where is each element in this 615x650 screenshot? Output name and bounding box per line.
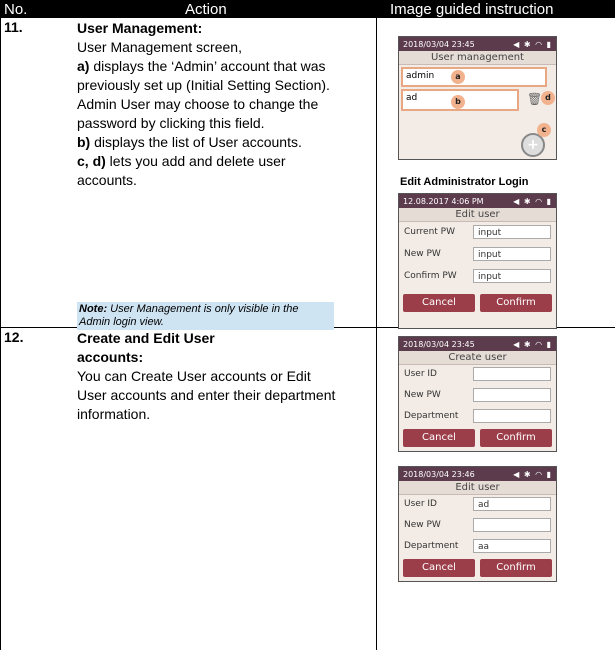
note-label: Note: (79, 303, 108, 315)
callout-a: a (451, 70, 465, 84)
table-divider (376, 18, 377, 650)
callout-c: c (537, 123, 551, 137)
current-pw-field[interactable]: input (473, 225, 551, 239)
row11-action-text: User Management: User Management screen,… (77, 19, 337, 190)
new-pw-label: New PW (404, 520, 441, 530)
status-time: 12.08.2017 4:06 PM (403, 196, 484, 206)
cancel-button[interactable]: Cancel (403, 559, 475, 577)
admin-account-label: admin (406, 71, 435, 81)
new-pw-field[interactable] (473, 518, 551, 532)
status-time: 2018/03/04 23:45 (403, 39, 475, 49)
status-icons: ◀ ✱ ◠ ▮ (513, 196, 552, 206)
callout-d: d (541, 91, 555, 105)
row-number-12: 12. (4, 329, 24, 345)
user-id-field[interactable]: ad (473, 497, 551, 511)
header-action: Action (185, 1, 227, 18)
edit-admin-title: Edit Administrator Login (400, 176, 529, 188)
new-pw-field[interactable]: input (473, 247, 551, 261)
header-no: No. (4, 1, 28, 18)
callout-b: b (451, 95, 465, 109)
new-pw-label: New PW (404, 390, 441, 400)
new-pw-label: New PW (404, 249, 441, 259)
row12-title-text: Create and Edit User accounts: (77, 329, 277, 367)
edit-admin-screen: 12.08.2017 4:06 PM ◀ ✱ ◠ ▮ Edit user Cur… (398, 193, 557, 329)
admin-account-row[interactable]: admin (401, 67, 547, 87)
table-border-left (0, 18, 1, 650)
confirm-button[interactable]: Confirm (480, 429, 552, 447)
label-b: b) (77, 134, 91, 150)
text-cd: lets you add and delete user accounts. (77, 153, 286, 188)
status-icons: ◀ ✱ ◠ ▮ (513, 469, 552, 479)
screen-title: Edit user (399, 208, 556, 222)
header-image: Image guided instruction (390, 1, 554, 18)
row-number-11: 11. (4, 19, 23, 35)
status-bar: 2018/03/04 23:46 ◀ ✱ ◠ ▮ (399, 467, 556, 481)
department-field[interactable]: aa (473, 539, 551, 553)
create-user-screen: 2018/03/04 23:45 ◀ ✱ ◠ ▮ Create user Use… (398, 336, 557, 452)
label-a: a) (77, 58, 90, 74)
status-time: 2018/03/04 23:46 (403, 469, 475, 479)
current-pw-label: Current PW (404, 227, 455, 237)
status-bar: 2018/03/04 23:45 ◀ ✱ ◠ ▮ (399, 337, 556, 351)
label-cd: c, d) (77, 153, 106, 169)
status-bar: 2018/03/04 23:45 ◀ ✱ ◠ ▮ (399, 37, 556, 51)
status-bar: 12.08.2017 4:06 PM ◀ ✱ ◠ ▮ (399, 194, 556, 208)
department-field[interactable] (473, 409, 551, 423)
department-label: Department (404, 541, 459, 551)
user-id-label: User ID (404, 499, 437, 509)
trash-icon[interactable]: 🗑 (527, 92, 542, 106)
table-header: No. Action Image guided instruction (0, 0, 615, 18)
department-label: Department (404, 411, 459, 421)
cancel-button[interactable]: Cancel (403, 294, 475, 312)
screen-title: Edit user (399, 481, 556, 495)
row11-note: Note: User Management is only visible in… (77, 302, 334, 330)
confirm-pw-label: Confirm PW (404, 271, 457, 281)
user-account-label: ad (406, 93, 418, 103)
cancel-button[interactable]: Cancel (403, 429, 475, 447)
status-icons: ◀ ✱ ◠ ▮ (513, 39, 552, 49)
user-id-field[interactable] (473, 367, 551, 381)
row11-title: User Management: (77, 20, 203, 36)
row12-title: Create and Edit User accounts: (77, 330, 215, 365)
screen-title: User management (399, 51, 556, 65)
row12-body: You can Create User accounts or Edit Use… (77, 368, 336, 422)
text-a: displays the ‘Admin’ account that was pr… (77, 58, 330, 131)
status-time: 2018/03/04 23:45 (403, 339, 475, 349)
confirm-pw-field[interactable]: input (473, 269, 551, 283)
screen-title: Create user (399, 351, 556, 365)
status-icons: ◀ ✱ ◠ ▮ (513, 339, 552, 349)
user-id-label: User ID (404, 369, 437, 379)
edit-user-screen: 2018/03/04 23:46 ◀ ✱ ◠ ▮ Edit user User … (398, 466, 557, 582)
new-pw-field[interactable] (473, 388, 551, 402)
note-text: User Management is only visible in the A… (79, 303, 299, 328)
confirm-button[interactable]: Confirm (480, 559, 552, 577)
text-b: displays the list of User accounts. (90, 134, 302, 150)
confirm-button[interactable]: Confirm (480, 294, 552, 312)
row11-line1: User Management screen, (77, 39, 242, 55)
user-management-screen: 2018/03/04 23:45 ◀ ✱ ◠ ▮ User management… (398, 36, 557, 160)
